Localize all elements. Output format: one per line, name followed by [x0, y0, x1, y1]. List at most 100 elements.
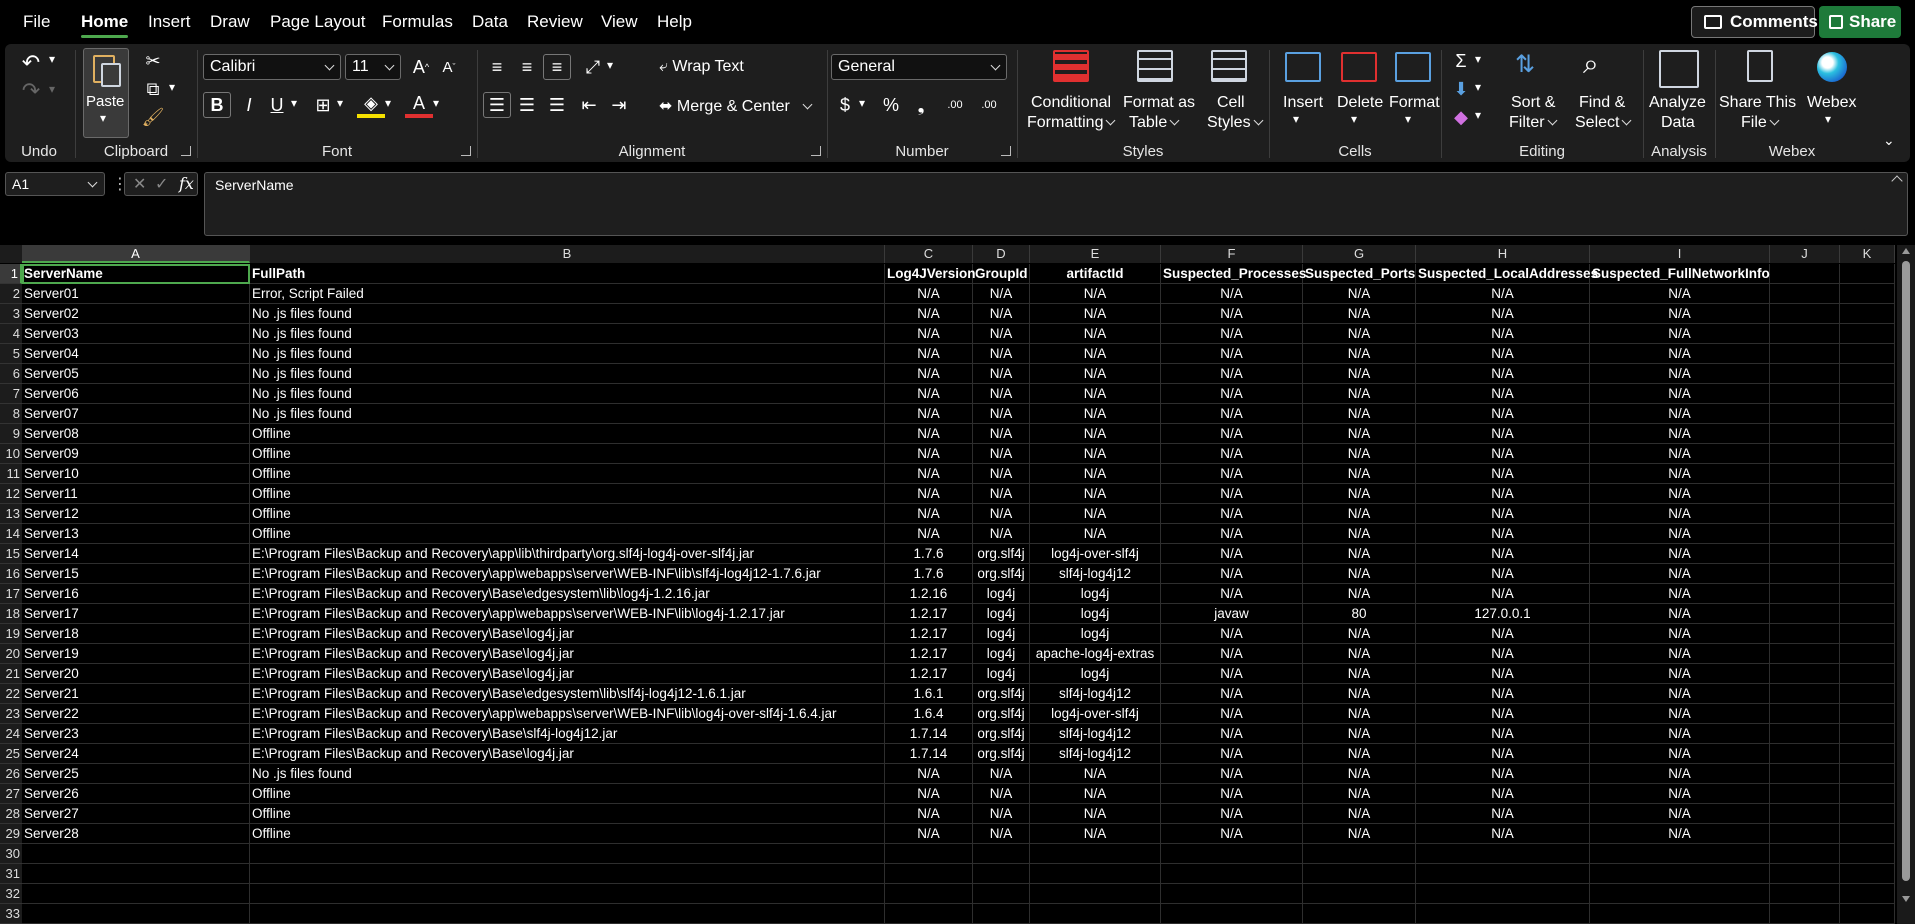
cell-k2[interactable] [1840, 284, 1895, 304]
cell-a25[interactable]: Server24 [22, 744, 250, 764]
cell-h22[interactable]: N/A [1416, 684, 1590, 704]
cell-a4[interactable]: Server03 [22, 324, 250, 344]
cell-j18[interactable] [1770, 604, 1840, 624]
cell-b28[interactable]: Offline [250, 804, 885, 824]
cell-f24[interactable]: N/A [1161, 724, 1303, 744]
formula-input[interactable]: ServerName [204, 172, 1908, 236]
decrease-indent-icon[interactable]: ⇤ [575, 92, 603, 118]
cell-a5[interactable]: Server04 [22, 344, 250, 364]
cell-k13[interactable] [1840, 504, 1895, 524]
cell-b29[interactable]: Offline [250, 824, 885, 844]
cell-e2[interactable]: N/A [1030, 284, 1161, 304]
cell-b13[interactable]: Offline [250, 504, 885, 524]
cell-g23[interactable]: N/A [1303, 704, 1416, 724]
row-header[interactable]: 12 [0, 484, 22, 504]
row-header[interactable]: 3 [0, 304, 22, 324]
cell-a32[interactable] [22, 884, 250, 904]
row-header[interactable]: 20 [0, 644, 22, 664]
ribbon-collapse-icon[interactable]: ⌄ [1883, 132, 1895, 149]
cell-b30[interactable] [250, 844, 885, 864]
cell-g5[interactable]: N/A [1303, 344, 1416, 364]
cell-styles-button[interactable]: Cell Styles [1199, 44, 1264, 140]
cell-e4[interactable]: N/A [1030, 324, 1161, 344]
cell-b26[interactable]: No .js files found [250, 764, 885, 784]
menu-home[interactable]: Home [81, 0, 129, 44]
cell-j26[interactable] [1770, 764, 1840, 784]
find-select-button[interactable]: ⌕ Find & Select [1567, 44, 1633, 140]
menu-file[interactable]: File [23, 0, 50, 44]
menu-page-layout[interactable]: Page Layout [270, 0, 365, 44]
cell-f13[interactable]: N/A [1161, 504, 1303, 524]
cell-j33[interactable] [1770, 904, 1840, 924]
cell-i23[interactable]: N/A [1590, 704, 1770, 724]
row-header[interactable]: 19 [0, 624, 22, 644]
increase-indent-icon[interactable]: ⇥ [605, 92, 633, 118]
cell-c8[interactable]: N/A [885, 404, 973, 424]
cell-c13[interactable]: N/A [885, 504, 973, 524]
cell-h27[interactable]: N/A [1416, 784, 1590, 804]
column-header-h[interactable]: H [1416, 245, 1590, 263]
cell-a9[interactable]: Server08 [22, 424, 250, 444]
redo-icon[interactable]: ↷ [17, 78, 45, 104]
menu-formulas[interactable]: Formulas [382, 0, 453, 44]
cell-j17[interactable] [1770, 584, 1840, 604]
row-header[interactable]: 23 [0, 704, 22, 724]
conditional-formatting-button[interactable]: Conditional Formatting [1019, 44, 1116, 140]
cell-d33[interactable] [973, 904, 1030, 924]
cell-b25[interactable]: E:\Program Files\Backup and Recovery\Bas… [250, 744, 885, 764]
row-header[interactable]: 26 [0, 764, 22, 784]
cell-h20[interactable]: N/A [1416, 644, 1590, 664]
cell-f22[interactable]: N/A [1161, 684, 1303, 704]
webex-button[interactable]: Webex ▾ [1803, 44, 1863, 140]
cell-d32[interactable] [973, 884, 1030, 904]
cell-g27[interactable]: N/A [1303, 784, 1416, 804]
cell-h31[interactable] [1416, 864, 1590, 884]
row-header[interactable]: 22 [0, 684, 22, 704]
cell-h7[interactable]: N/A [1416, 384, 1590, 404]
cell-h5[interactable]: N/A [1416, 344, 1590, 364]
cell-d25[interactable]: org.slf4j [973, 744, 1030, 764]
format-as-table-button[interactable]: Format as Table [1115, 44, 1197, 140]
cell-h8[interactable]: N/A [1416, 404, 1590, 424]
cell-h12[interactable]: N/A [1416, 484, 1590, 504]
cell-b1[interactable]: FullPath [250, 264, 885, 284]
cell-j8[interactable] [1770, 404, 1840, 424]
cell-j29[interactable] [1770, 824, 1840, 844]
row-header[interactable]: 17 [0, 584, 22, 604]
cell-g32[interactable] [1303, 884, 1416, 904]
orientation-icon[interactable]: ⤢ [579, 54, 607, 80]
cell-j1[interactable] [1770, 264, 1840, 284]
cell-g26[interactable]: N/A [1303, 764, 1416, 784]
currency-button[interactable]: $ [831, 92, 859, 118]
cell-j15[interactable] [1770, 544, 1840, 564]
cell-f8[interactable]: N/A [1161, 404, 1303, 424]
cell-e7[interactable]: N/A [1030, 384, 1161, 404]
cell-f1[interactable]: Suspected_Processes [1161, 264, 1306, 284]
cell-c1[interactable]: Log4JVersion [885, 264, 976, 284]
cell-b22[interactable]: E:\Program Files\Backup and Recovery\Bas… [250, 684, 885, 704]
cell-f3[interactable]: N/A [1161, 304, 1303, 324]
fill-icon[interactable]: ⬇ [1447, 76, 1475, 102]
cell-f5[interactable]: N/A [1161, 344, 1303, 364]
cell-c19[interactable]: 1.2.17 [885, 624, 973, 644]
cell-g16[interactable]: N/A [1303, 564, 1416, 584]
cell-a27[interactable]: Server26 [22, 784, 250, 804]
cell-k23[interactable] [1840, 704, 1895, 724]
cell-k18[interactable] [1840, 604, 1895, 624]
cell-c17[interactable]: 1.2.16 [885, 584, 973, 604]
cell-d5[interactable]: N/A [973, 344, 1030, 364]
merge-center-button[interactable]: ⬌ Merge & Center [659, 96, 813, 116]
cell-i9[interactable]: N/A [1590, 424, 1770, 444]
cell-i30[interactable] [1590, 844, 1770, 864]
cell-f12[interactable]: N/A [1161, 484, 1303, 504]
cell-a19[interactable]: Server18 [22, 624, 250, 644]
row-header[interactable]: 33 [0, 904, 22, 924]
cell-i5[interactable]: N/A [1590, 344, 1770, 364]
column-header-j[interactable]: J [1770, 245, 1840, 263]
cell-j32[interactable] [1770, 884, 1840, 904]
scroll-up-icon[interactable] [1902, 248, 1910, 254]
cell-f19[interactable]: N/A [1161, 624, 1303, 644]
cell-e24[interactable]: slf4j-log4j12 [1030, 724, 1161, 744]
cell-f20[interactable]: N/A [1161, 644, 1303, 664]
cell-g33[interactable] [1303, 904, 1416, 924]
